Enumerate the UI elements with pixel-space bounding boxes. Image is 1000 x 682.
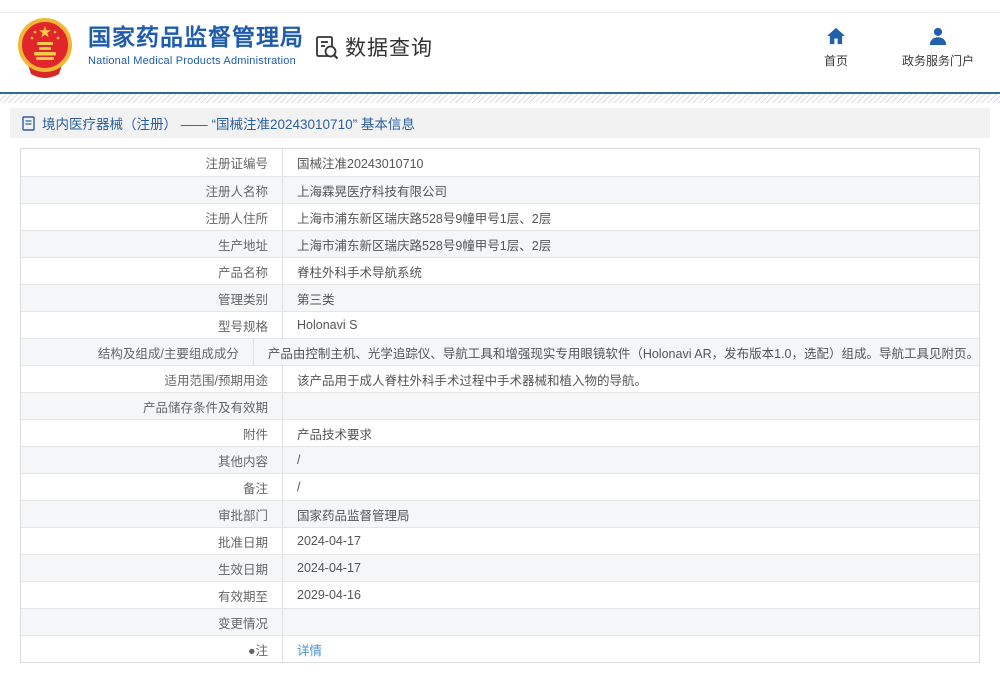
row-value: Holonavi S	[283, 312, 979, 338]
row-label: 结构及组成/主要组成成分	[21, 339, 254, 365]
table-row: 管理类别第三类	[21, 284, 979, 311]
home-icon	[826, 27, 846, 45]
row-value: 详情	[283, 636, 979, 662]
table-row: 生产地址上海市浦东新区瑞庆路528号9幢甲号1层、2层	[21, 230, 979, 257]
table-row: 生效日期2024-04-17	[21, 554, 979, 581]
header-nav: 首页 政务服务门户	[812, 27, 974, 69]
row-label: 审批部门	[21, 501, 283, 527]
row-label: 变更情况	[21, 609, 283, 635]
row-value: 脊柱外科手术导航系统	[283, 258, 979, 284]
breadcrumb: 境内医疗器械（注册） —— “国械注准20243010710” 基本信息	[10, 108, 990, 138]
breadcrumb-text: 境内医疗器械（注册） —— “国械注准20243010710” 基本信息	[42, 113, 415, 133]
row-label: 生产地址	[21, 231, 283, 257]
row-value: /	[283, 474, 979, 500]
table-row: 产品储存条件及有效期	[21, 392, 979, 419]
table-row: 型号规格Holonavi S	[21, 311, 979, 338]
nav-home-label: 首页	[824, 52, 848, 69]
document-icon	[22, 116, 35, 131]
row-value: 第三类	[283, 285, 979, 311]
row-value: 国械注准20243010710	[283, 149, 979, 176]
row-label: 产品储存条件及有效期	[21, 393, 283, 419]
table-row: 有效期至2029-04-16	[21, 581, 979, 608]
org-name-en: National Medical Products Administration	[88, 55, 304, 67]
row-label: 管理类别	[21, 285, 283, 311]
row-value	[283, 393, 979, 419]
row-label: 生效日期	[21, 555, 283, 581]
table-row: 批准日期2024-04-17	[21, 527, 979, 554]
top-divider	[0, 12, 1000, 13]
row-label: 批准日期	[21, 528, 283, 554]
row-value: 国家药品监督管理局	[283, 501, 979, 527]
row-label: 备注	[21, 474, 283, 500]
row-label: 其他内容	[21, 447, 283, 473]
nmpa-emblem-logo[interactable]	[12, 15, 78, 81]
national-emblem-icon	[12, 15, 78, 81]
org-title-block: 国家药品监督管理局 National Medical Products Admi…	[88, 24, 304, 67]
nav-item-home[interactable]: 首页	[812, 27, 860, 69]
data-query-label: 数据查询	[345, 32, 433, 62]
row-label: 注册证编号	[21, 149, 283, 176]
table-row: 注册人名称上海霖晃医疗科技有限公司	[21, 176, 979, 203]
data-query-section[interactable]: 数据查询	[313, 32, 433, 62]
table-row: 变更情况	[21, 608, 979, 635]
table-row: 审批部门国家药品监督管理局	[21, 500, 979, 527]
detail-link[interactable]: 详情	[297, 640, 322, 659]
row-label: 注册人住所	[21, 204, 283, 230]
row-value: 2024-04-17	[283, 528, 979, 554]
registration-table: 注册证编号国械注准20243010710注册人名称上海霖晃医疗科技有限公司注册人…	[20, 148, 980, 663]
org-name-cn: 国家药品监督管理局	[88, 24, 304, 50]
nav-item-service-portal[interactable]: 政务服务门户	[902, 27, 974, 69]
user-icon	[928, 27, 948, 45]
table-row: 产品名称脊柱外科手术导航系统	[21, 257, 979, 284]
row-value: 产品技术要求	[283, 420, 979, 446]
row-value: /	[283, 447, 979, 473]
table-row: 其他内容/	[21, 446, 979, 473]
hatched-band	[0, 94, 1000, 103]
row-value: 2029-04-16	[283, 582, 979, 608]
row-value: 产品由控制主机、光学追踪仪、导航工具和增强现实专用眼镜软件（Holonavi A…	[254, 339, 979, 365]
row-label: 型号规格	[21, 312, 283, 338]
table-row: 结构及组成/主要组成成分产品由控制主机、光学追踪仪、导航工具和增强现实专用眼镜软…	[21, 338, 979, 365]
table-row: 注册证编号国械注准20243010710	[21, 149, 979, 176]
row-value: 该产品用于成人脊柱外科手术过程中手术器械和植入物的导航。	[283, 366, 979, 392]
page-header: 国家药品监督管理局 National Medical Products Admi…	[0, 0, 1000, 92]
table-row: 备注/	[21, 473, 979, 500]
row-value: 上海市浦东新区瑞庆路528号9幢甲号1层、2层	[283, 204, 979, 230]
data-query-icon	[313, 34, 340, 61]
row-value	[283, 609, 979, 635]
table-row: 适用范围/预期用途该产品用于成人脊柱外科手术过程中手术器械和植入物的导航。	[21, 365, 979, 392]
nav-portal-label: 政务服务门户	[902, 52, 974, 69]
table-row: 附件产品技术要求	[21, 419, 979, 446]
row-value: 上海霖晃医疗科技有限公司	[283, 177, 979, 203]
row-label: 产品名称	[21, 258, 283, 284]
row-value: 上海市浦东新区瑞庆路528号9幢甲号1层、2层	[283, 231, 979, 257]
row-label: 附件	[21, 420, 283, 446]
table-row: ●注详情	[21, 635, 979, 662]
row-label: 注册人名称	[21, 177, 283, 203]
row-label: ●注	[21, 636, 283, 662]
row-label: 适用范围/预期用途	[21, 366, 283, 392]
row-value: 2024-04-17	[283, 555, 979, 581]
table-row: 注册人住所上海市浦东新区瑞庆路528号9幢甲号1层、2层	[21, 203, 979, 230]
row-label: 有效期至	[21, 582, 283, 608]
